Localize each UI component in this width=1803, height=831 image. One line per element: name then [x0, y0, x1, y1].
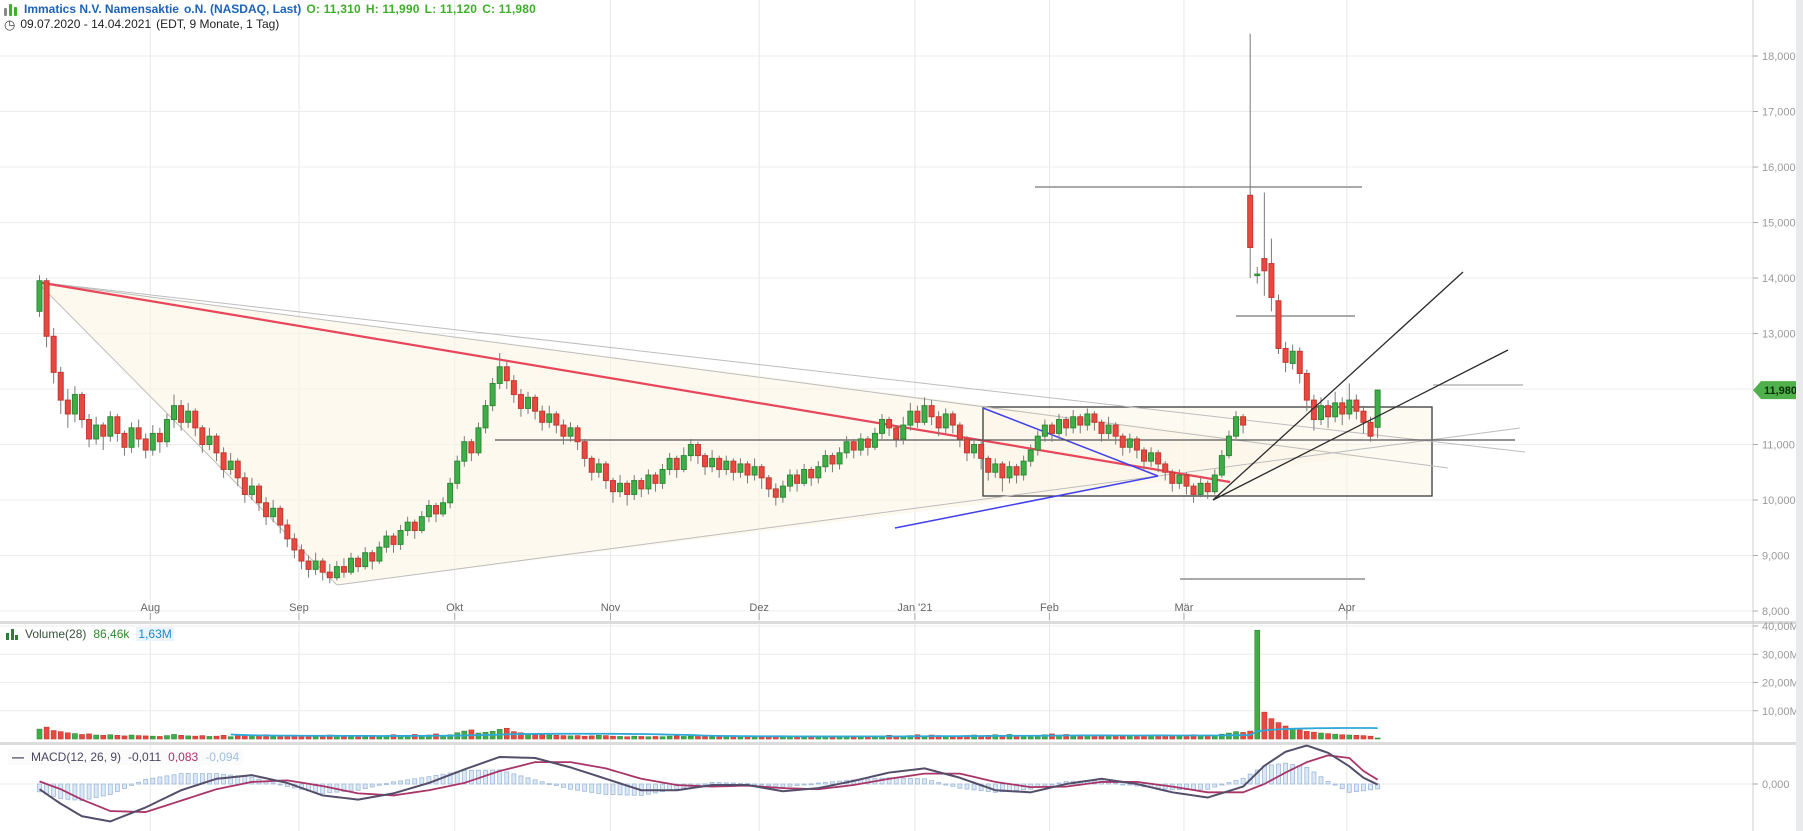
macd-signal-value: 0,083 [168, 750, 198, 764]
svg-text:11,980: 11,980 [1764, 385, 1797, 397]
svg-text:18,000: 18,000 [1762, 51, 1796, 63]
svg-text:Okt: Okt [446, 602, 463, 614]
svg-text:0,000: 0,000 [1762, 779, 1790, 791]
svg-text:15,000: 15,000 [1762, 218, 1796, 230]
svg-text:Aug: Aug [140, 602, 160, 614]
last-price-tag: 11,980 [1753, 381, 1800, 399]
panel-divider [0, 742, 1803, 745]
volume-label: Volume(28) [25, 627, 86, 641]
svg-text:Sep: Sep [289, 602, 309, 614]
macd-histogram-value: -0,094 [205, 750, 239, 764]
svg-text:30,00M: 30,00M [1762, 649, 1799, 661]
chart-header: Immatics N.V. Namensaktie o.N. (NASDAQ, … [4, 2, 536, 32]
candlestick-icon [4, 4, 17, 16]
svg-text:16,000: 16,000 [1762, 162, 1796, 174]
panel-divider [0, 621, 1803, 624]
macd-value: -0,011 [128, 750, 161, 764]
clock-icon: ◷ [4, 18, 15, 31]
svg-text:9,000: 9,000 [1762, 551, 1790, 563]
ohlc-open: O: 11,310 [306, 2, 361, 17]
svg-text:40,00M: 40,00M [1762, 621, 1799, 633]
volume-average-value: 1,63M [136, 627, 173, 641]
date-range: 09.07.2020 - 14.04.2021 [20, 17, 151, 32]
price-chart-canvas[interactable]: Aug Sep Okt Nov Dez Jan '21 Feb Mär Apr 18,000 17,… [0, 0, 1803, 831]
svg-text:20,00M: 20,00M [1762, 678, 1799, 690]
macd-label: MACD(12, 26, 9) [31, 750, 121, 764]
period-info: (EDT, 9 Monate, 1 Tag) [156, 17, 279, 32]
volume-current-value: 86,46k [93, 627, 129, 641]
svg-text:14,000: 14,000 [1762, 273, 1796, 285]
svg-text:Dez: Dez [749, 602, 769, 614]
svg-text:17,000: 17,000 [1762, 107, 1796, 119]
ohlc-high: H: 11,990 [366, 2, 420, 17]
svg-text:13,000: 13,000 [1762, 329, 1796, 341]
svg-text:11,000: 11,000 [1762, 440, 1795, 452]
window-edge-strip [1796, 0, 1803, 831]
ohlc-close: C: 11,980 [482, 2, 536, 17]
svg-text:Jan '21: Jan '21 [897, 602, 932, 614]
macd-indicator-row[interactable]: — MACD(12, 26, 9) -0,011 0,083 -0,094 [8, 749, 243, 765]
svg-text:8,000: 8,000 [1762, 606, 1790, 618]
ohlc-low: L: 11,120 [425, 2, 478, 17]
volume-indicator-row[interactable]: Volume(28) 86,46k 1,63M [6, 627, 174, 641]
instrument-subtitle: o.N. (NASDAQ, Last) [184, 2, 301, 17]
svg-text:10,00M: 10,00M [1762, 706, 1799, 718]
macd-legend-icon: — [12, 750, 24, 764]
svg-text:Apr: Apr [1338, 602, 1355, 614]
svg-text:Nov: Nov [601, 602, 621, 614]
svg-text:Mär: Mär [1174, 602, 1193, 614]
instrument-title: Immatics N.V. Namensaktie [24, 2, 179, 17]
svg-text:Feb: Feb [1040, 602, 1059, 614]
svg-text:10,000: 10,000 [1762, 495, 1796, 507]
volume-bars-icon [6, 629, 18, 640]
chart-application: Aug Sep Okt Nov Dez Jan '21 Feb Mär Apr 18,000 17,… [0, 0, 1803, 831]
